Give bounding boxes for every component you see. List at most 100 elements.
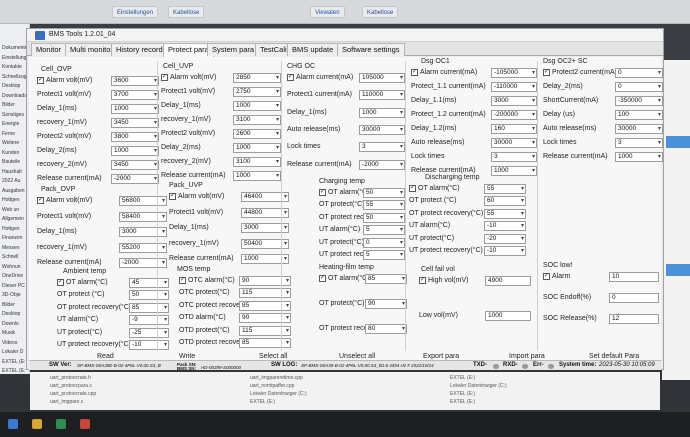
- side-panel-item[interactable]: Finanzen: [2, 234, 29, 243]
- side-panel-item[interactable]: Allgemein: [2, 215, 29, 224]
- explorer-file-item[interactable]: uart_protoocrate.cpp: [50, 391, 96, 397]
- side-panel-item[interactable]: Ausgaben: [2, 187, 29, 196]
- mos_temp-checkbox[interactable]: ✓: [179, 277, 186, 284]
- charging_temp-value-field[interactable]: 5: [363, 225, 405, 236]
- side-panel-item[interactable]: Wohnun: [2, 263, 29, 272]
- explorer-file-item[interactable]: uart_imgpare.c: [50, 399, 83, 405]
- cell_uvp-value-field[interactable]: 1000: [233, 171, 281, 181]
- explorer-file-item[interactable]: Lokaler Datentraeger (C:): [250, 391, 307, 397]
- explorer-file-item[interactable]: uart_imgpareretime.cpp: [250, 375, 303, 381]
- explorer-file-item[interactable]: uart_nomtpaffer.cpp: [250, 383, 294, 389]
- discharging_temp-value-field[interactable]: 55: [484, 208, 526, 219]
- tab-multi-monitor[interactable]: Multi monitor: [65, 43, 118, 56]
- mos_temp-value-field[interactable]: 85: [239, 338, 291, 348]
- import-para-button[interactable]: Import para: [509, 353, 545, 360]
- side-panel-item[interactable]: Videos: [2, 339, 29, 348]
- side-panel-item[interactable]: Bilder: [2, 101, 29, 110]
- browser-tab[interactable]: Kabellose: [168, 6, 205, 18]
- chg_oc-checkbox[interactable]: ✓: [287, 74, 294, 81]
- discharging_temp-value-field[interactable]: 55: [484, 184, 526, 194]
- ambient_temp-checkbox[interactable]: ✓: [57, 279, 64, 286]
- ambient_temp-value-field[interactable]: -9: [129, 315, 169, 326]
- ambient_temp-value-field[interactable]: -10: [129, 340, 169, 350]
- charging_temp-checkbox[interactable]: ✓: [319, 189, 326, 196]
- window-titlebar[interactable]: BMS Tools 1.2.01_04: [27, 29, 663, 42]
- browser-tab[interactable]: Kabellose: [362, 6, 399, 18]
- cell_uvp-value-field[interactable]: 1000: [233, 143, 281, 153]
- charging_temp-value-field[interactable]: 50: [363, 188, 405, 198]
- tab-monitor[interactable]: Monitor: [31, 43, 67, 56]
- side-panel-item[interactable]: Schnellzugriff: [2, 73, 29, 82]
- write-button[interactable]: Write: [179, 353, 195, 360]
- chg_oc-value-field[interactable]: 105000: [359, 73, 405, 83]
- pack_ovp-value-field[interactable]: -2000: [119, 258, 167, 268]
- pack_ovp-value-field[interactable]: 58400: [119, 211, 167, 222]
- app-icon[interactable]: [56, 419, 66, 429]
- folder-icon[interactable]: [32, 419, 42, 429]
- explorer-file-item[interactable]: EXTEL (E:): [450, 391, 475, 397]
- cell_uvp-value-field[interactable]: 1000: [233, 101, 281, 111]
- tab-software-settings[interactable]: Software settings: [337, 43, 405, 56]
- cell_ovp-value-field[interactable]: 3450: [111, 118, 159, 128]
- explorer-file-item[interactable]: uart_protoocpara.c: [50, 383, 92, 389]
- pack_ovp-checkbox[interactable]: ✓: [37, 197, 44, 204]
- cell_ovp-value-field[interactable]: 1000: [111, 146, 159, 156]
- side-panel-item[interactable]: Weitere: [2, 139, 29, 148]
- heating_film_temp-value-field[interactable]: 85: [365, 274, 407, 284]
- ambient_temp-value-field[interactable]: 50: [129, 290, 169, 301]
- dsg_oc1-value-field[interactable]: 3000: [491, 96, 537, 106]
- dsg_oc1-value-field[interactable]: -200000: [491, 110, 537, 120]
- side-panel-item[interactable]: Sonstiges: [2, 111, 29, 120]
- explorer-file-item[interactable]: EXTEL (E:): [250, 399, 275, 405]
- dsg_oc2_sc-value-field[interactable]: 0: [615, 68, 663, 78]
- side-panel-item[interactable]: Musik: [2, 329, 29, 338]
- mos_temp-value-field[interactable]: 90: [239, 313, 291, 324]
- side-panel-item[interactable]: Einstellungen: [2, 54, 29, 63]
- tab-bms-update[interactable]: BMS update: [287, 43, 339, 56]
- heating_film_temp-checkbox[interactable]: ✓: [319, 275, 326, 282]
- pack_ovp-value-field[interactable]: 56800: [119, 196, 167, 206]
- browser-tab[interactable]: Einstellungen: [112, 6, 159, 18]
- dsg_oc2_sc-value-field[interactable]: 30000: [615, 124, 663, 134]
- chg_oc-value-field[interactable]: -2000: [359, 159, 405, 170]
- soc_low-value-field[interactable]: 10: [609, 272, 659, 282]
- dsg_oc1-value-field[interactable]: -105000: [491, 68, 537, 78]
- side-panel-item[interactable]: 2022 Au: [2, 177, 29, 186]
- mos_temp-value-field[interactable]: 90: [239, 276, 291, 286]
- explorer-file-item[interactable]: Lokaler Datentraeger (C:): [450, 383, 507, 389]
- cell_ovp-value-field[interactable]: 3800: [111, 132, 159, 142]
- chg_oc-value-field[interactable]: 3: [359, 142, 405, 153]
- dsg_oc1-checkbox[interactable]: ✓: [411, 69, 418, 76]
- read-button[interactable]: Read: [97, 353, 114, 360]
- side-panel-item[interactable]: Dokumente: [2, 44, 29, 53]
- pack_uvp-checkbox[interactable]: ✓: [169, 193, 176, 200]
- dsg_oc1-value-field[interactable]: 160: [491, 124, 537, 134]
- cell_uvp-value-field[interactable]: 2850: [233, 73, 281, 83]
- pack_ovp-value-field[interactable]: 3000: [119, 227, 167, 237]
- cell_ovp-value-field[interactable]: -2000: [111, 174, 159, 184]
- cell_ovp-value-field[interactable]: 3600: [111, 76, 159, 86]
- side-panel-item[interactable]: 3D-Obje: [2, 291, 29, 300]
- ambient_temp-value-field[interactable]: 45: [129, 278, 169, 288]
- dsg_oc2_sc-value-field[interactable]: 1000: [615, 152, 663, 162]
- dsg_oc1-value-field[interactable]: 1000: [491, 166, 537, 176]
- cell_fail_vol-checkbox[interactable]: ✓: [419, 277, 426, 284]
- side-panel-item[interactable]: Downloads: [2, 92, 29, 101]
- cell_fail_vol-value-field[interactable]: 4900: [485, 276, 531, 286]
- explorer-file-item[interactable]: uart_protoocrate.h: [50, 375, 91, 381]
- side-panel-item[interactable]: Kontakte: [2, 63, 29, 72]
- side-panel-item[interactable]: Energie: [2, 120, 29, 129]
- export-para-button[interactable]: Export para: [423, 353, 459, 360]
- explorer-file-item[interactable]: EXTEL (E:): [450, 399, 475, 405]
- discharging_temp-value-field[interactable]: 60: [484, 196, 526, 207]
- side-panel-item[interactable]: Bilder: [2, 301, 29, 310]
- ambient_temp-value-field[interactable]: 85: [129, 302, 169, 313]
- dsg_oc2_sc-value-field[interactable]: 100: [615, 110, 663, 120]
- dsg_oc2_sc-value-field[interactable]: 3: [615, 138, 663, 148]
- soc_low-value-field[interactable]: 0: [609, 293, 659, 303]
- chg_oc-value-field[interactable]: 1000: [359, 107, 405, 118]
- side-panel-item[interactable]: EXTEL (E:: [2, 358, 29, 367]
- cell_uvp-value-field[interactable]: 2600: [233, 129, 281, 139]
- discharging_temp-checkbox[interactable]: ✓: [409, 185, 416, 192]
- side-panel-item[interactable]: OneDrive: [2, 272, 29, 281]
